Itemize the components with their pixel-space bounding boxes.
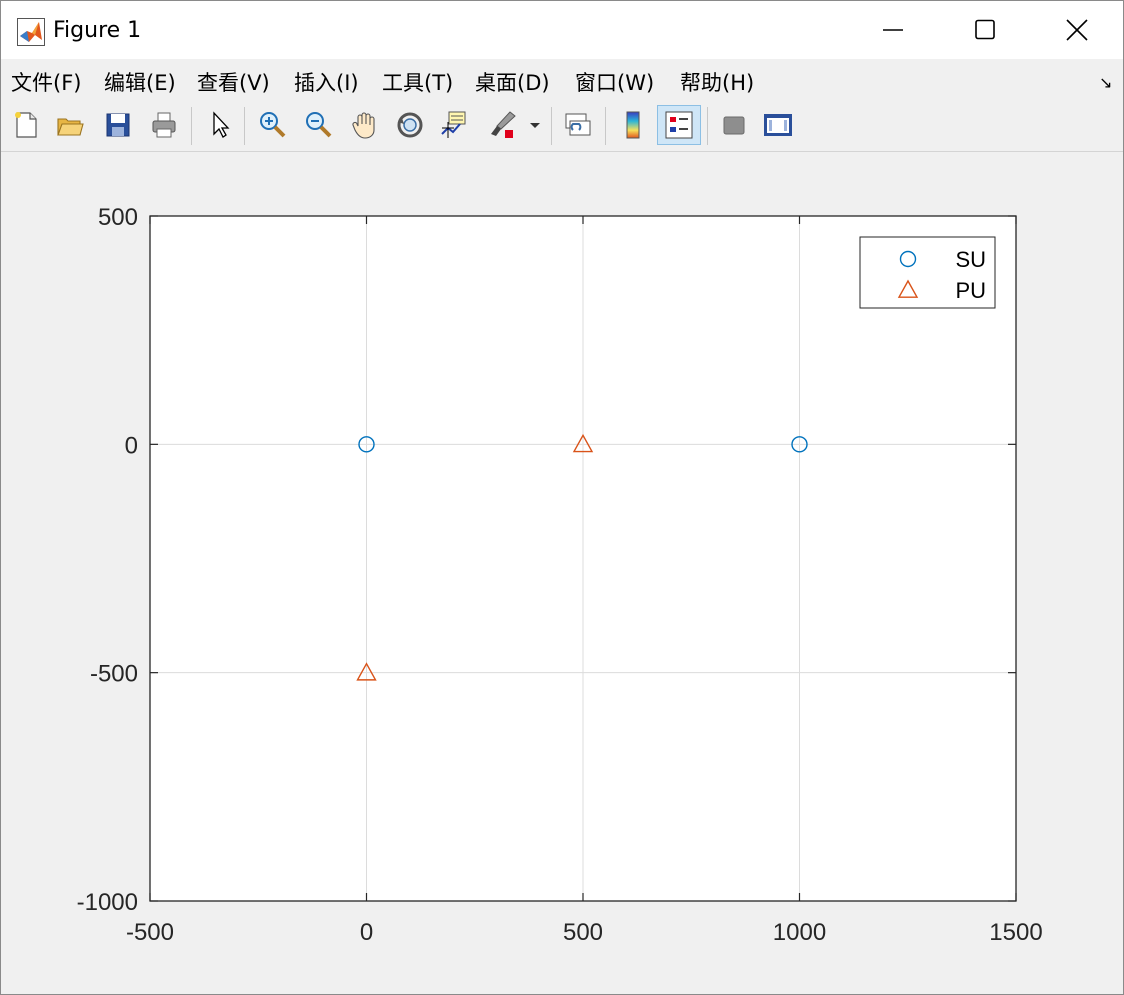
- zoom-out-button[interactable]: [301, 108, 335, 142]
- matlab-logo-icon: [17, 18, 45, 46]
- show-plot-tools-button[interactable]: [761, 108, 795, 142]
- x-tick-label: 1500: [989, 919, 1042, 946]
- x-tick-label: 1000: [773, 919, 826, 946]
- save-icon: [106, 113, 130, 137]
- x-tick-label: -500: [126, 919, 174, 946]
- brush-dropdown-button[interactable]: [525, 108, 545, 142]
- minimize-button[interactable]: [847, 1, 939, 59]
- zoom-in-button[interactable]: [255, 108, 289, 142]
- rotate-3d-icon: [397, 112, 423, 138]
- pan-button[interactable]: [348, 108, 382, 142]
- print-icon: [152, 112, 176, 138]
- select-pointer-button[interactable]: [203, 108, 237, 142]
- x-tick-label: 500: [563, 919, 603, 946]
- print-button[interactable]: [147, 108, 181, 142]
- legend-button[interactable]: [657, 105, 701, 145]
- toolbar-separator: [191, 107, 192, 145]
- colorbar-button[interactable]: [616, 108, 650, 142]
- menu-file[interactable]: 文件(F): [11, 67, 81, 97]
- window-title: Figure 1: [53, 18, 142, 43]
- y-tick-label: 500: [98, 204, 138, 231]
- hide-plot-tools-button[interactable]: [717, 108, 751, 142]
- link-plot-button[interactable]: [561, 108, 595, 142]
- menu-window[interactable]: 窗口(W): [575, 67, 654, 97]
- menu-view[interactable]: 查看(V): [197, 67, 270, 97]
- y-tick-label: 0: [125, 432, 138, 459]
- open-file-icon: [57, 118, 84, 136]
- open-file-button[interactable]: [53, 108, 87, 142]
- legend-label-pu: PU: [955, 278, 986, 303]
- close-button[interactable]: [1031, 1, 1123, 59]
- maximize-button[interactable]: [939, 1, 1031, 59]
- select-pointer-icon: [213, 111, 230, 138]
- menu-insert[interactable]: 插入(I): [294, 67, 359, 97]
- toolbar-separator: [551, 107, 552, 145]
- data-cursor-button[interactable]: [438, 108, 472, 142]
- zoom-out-icon: [306, 112, 332, 138]
- menu-tools[interactable]: 工具(T): [382, 67, 453, 97]
- toolbar-separator: [605, 107, 606, 145]
- legend-label-su: SU: [955, 247, 986, 272]
- menu-desktop[interactable]: 桌面(D): [475, 67, 550, 97]
- y-tick-label: -500: [90, 661, 138, 688]
- hide-plot-tools-icon: [723, 116, 745, 135]
- maximize-icon: [975, 19, 995, 40]
- show-plot-tools-icon: [764, 114, 792, 136]
- close-icon: [1066, 19, 1088, 41]
- link-plot-icon: [565, 113, 591, 136]
- rotate-3d-button[interactable]: [393, 108, 427, 142]
- chevron-down-icon: [530, 123, 540, 128]
- brush-icon: [491, 111, 516, 138]
- pan-hand-icon: [352, 112, 375, 139]
- menu-help[interactable]: 帮助(H): [680, 67, 754, 97]
- x-tick-label: 0: [360, 919, 373, 946]
- minimize-icon: [883, 29, 903, 31]
- scatter-chart[interactable]: -500 0 500 1000 1500 500 0 -500 -1000 SU PU: [1, 152, 1121, 994]
- figure-canvas: -500 0 500 1000 1500 500 0 -500 -1000 SU PU: [1, 152, 1123, 994]
- dock-arrow-icon[interactable]: ↘: [1099, 73, 1112, 92]
- toolbar-separator: [707, 107, 708, 145]
- title-bar[interactable]: Figure 1: [1, 1, 1123, 59]
- save-button[interactable]: [101, 108, 135, 142]
- figure-window: Figure 1 文件(F) 编辑(E) 查看(V) 插入(I) 工具(T) 桌…: [0, 0, 1124, 995]
- y-tick-label: -1000: [77, 889, 138, 916]
- menu-edit[interactable]: 编辑(E): [104, 67, 176, 97]
- zoom-in-icon: [260, 112, 286, 138]
- legend[interactable]: SU PU: [859, 236, 996, 309]
- toolbar-separator: [244, 107, 245, 145]
- new-figure-icon: [15, 112, 37, 138]
- new-figure-button[interactable]: [9, 108, 43, 142]
- menu-bar: 文件(F) 编辑(E) 查看(V) 插入(I) 工具(T) 桌面(D) 窗口(W…: [1, 59, 1123, 101]
- brush-button[interactable]: [486, 108, 520, 142]
- legend-icon: [665, 111, 693, 139]
- toolbar: [1, 101, 1123, 152]
- data-cursor-icon: [441, 111, 466, 138]
- colorbar-icon: [626, 111, 640, 139]
